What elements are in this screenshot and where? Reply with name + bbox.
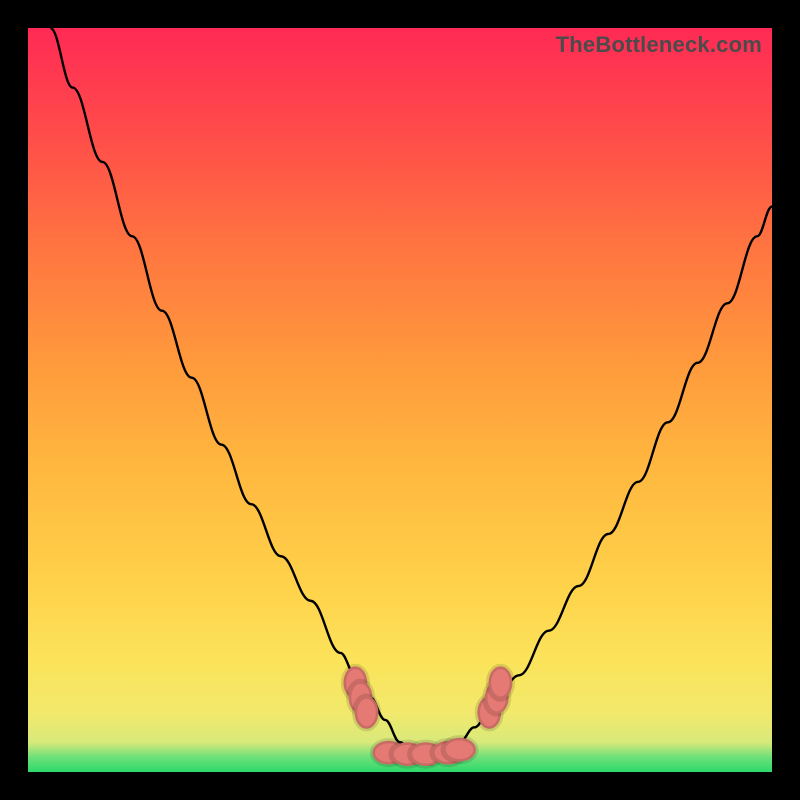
- trough-marker: [443, 738, 476, 762]
- trough-marker: [355, 696, 379, 729]
- trough-markers: [343, 666, 512, 766]
- trough-marker: [489, 666, 513, 699]
- plot-area: TheBottleneck.com: [28, 28, 772, 772]
- outer-frame: TheBottleneck.com: [0, 0, 800, 800]
- curve-right: [430, 207, 772, 765]
- curve-left: [50, 28, 429, 765]
- chart-overlay: [28, 28, 772, 772]
- watermark-text: TheBottleneck.com: [556, 32, 762, 58]
